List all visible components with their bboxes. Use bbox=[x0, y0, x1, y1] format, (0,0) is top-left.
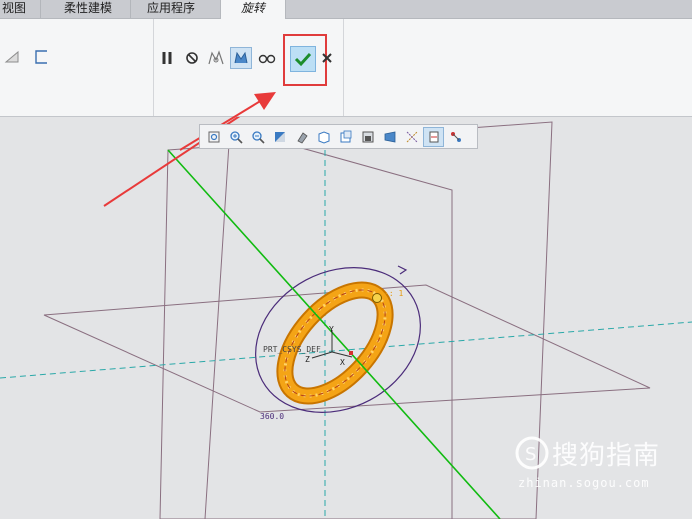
datum-plane-front bbox=[159, 121, 553, 519]
saved-orientations-icon[interactable] bbox=[335, 127, 356, 147]
rectangle-icon[interactable] bbox=[33, 48, 51, 66]
pause-icon[interactable] bbox=[159, 49, 175, 67]
ribbon-divider bbox=[153, 19, 154, 116]
datum-plane-right bbox=[204, 127, 453, 519]
glasses-preview-icon[interactable] bbox=[257, 48, 277, 68]
perspective-icon[interactable] bbox=[379, 127, 400, 147]
refit-icon[interactable] bbox=[203, 127, 224, 147]
zoom-out-icon[interactable] bbox=[247, 127, 268, 147]
watermark-title: 搜狗指南 bbox=[552, 441, 661, 471]
svg-text:S: S bbox=[525, 444, 536, 465]
cancel-x-icon[interactable] bbox=[320, 51, 334, 65]
view-toolbar bbox=[199, 124, 478, 149]
tab-view[interactable]: 视图 bbox=[0, 0, 28, 18]
ok-check-icon[interactable] bbox=[290, 46, 316, 72]
ribbon-tab-bar: 视图 柔性建模 应用程序 旋转 bbox=[0, 0, 692, 19]
drag-handle[interactable] bbox=[372, 293, 382, 303]
repaint-icon[interactable] bbox=[269, 127, 290, 147]
csys-name-label: PRT_CSYS_DEF bbox=[263, 345, 321, 354]
csys-x-label: X bbox=[340, 358, 345, 367]
ribbon-divider bbox=[343, 19, 344, 116]
tab-revolve[interactable]: 旋转 bbox=[220, 0, 286, 19]
view-manager-icon[interactable] bbox=[357, 127, 378, 147]
zoom-in-icon[interactable] bbox=[225, 127, 246, 147]
sogou-logo-icon: S bbox=[515, 436, 549, 470]
tab-separator bbox=[130, 0, 131, 18]
watermark-url: zhinan.sogou.com bbox=[518, 476, 650, 490]
verify-mode-icon[interactable] bbox=[230, 47, 252, 69]
sketch-icon[interactable] bbox=[3, 48, 21, 66]
tab-separator bbox=[40, 0, 41, 18]
tab-flexible-modeling[interactable]: 柔性建模 bbox=[52, 0, 124, 18]
watermark: S 搜狗指南 zhinan.sogou.com bbox=[512, 432, 682, 502]
ribbon-panel bbox=[0, 19, 692, 117]
spin-center-icon[interactable] bbox=[423, 126, 444, 147]
shading-icon[interactable] bbox=[291, 127, 312, 147]
datum-display-icon[interactable] bbox=[401, 127, 422, 147]
no-preview-icon[interactable] bbox=[184, 49, 200, 67]
annotation-display-icon[interactable] bbox=[445, 127, 466, 147]
csys-origin-marker bbox=[349, 351, 353, 355]
csys-y-label: Y bbox=[329, 325, 334, 334]
rotation-axis-line bbox=[167, 149, 501, 519]
handle-label: ·: 1 bbox=[384, 289, 403, 298]
tab-applications[interactable]: 应用程序 bbox=[138, 0, 204, 18]
display-style-icon[interactable] bbox=[313, 127, 334, 147]
geometry-preview-icon[interactable] bbox=[206, 48, 226, 68]
angle-dimension[interactable]: 360.0 bbox=[260, 412, 284, 421]
revolve-direction-arrow bbox=[397, 265, 408, 275]
csys-z-label: Z bbox=[305, 355, 310, 364]
